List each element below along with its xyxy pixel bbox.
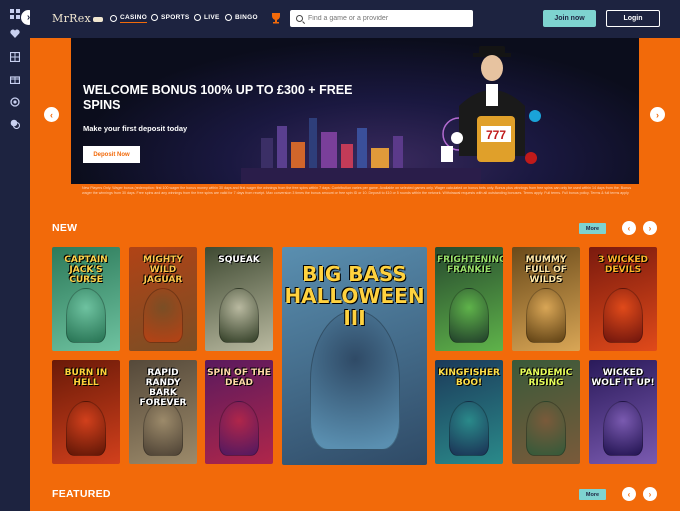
login-button[interactable]: Login	[606, 10, 660, 27]
lobby-icon[interactable]	[9, 51, 21, 63]
game-title: PANDEMIC RISING	[519, 368, 573, 388]
casino-icon	[110, 15, 117, 22]
game-tile[interactable]: SPIN OF THE DEAD	[205, 360, 273, 464]
featured-prev-button[interactable]: ‹	[622, 487, 636, 501]
new-prev-button[interactable]: ‹	[622, 221, 636, 235]
join-now-button[interactable]: Join now	[543, 10, 596, 27]
nav-casino[interactable]: CASINO	[110, 14, 148, 23]
live-icon	[194, 14, 201, 21]
search-bar[interactable]	[290, 10, 473, 27]
nav-live[interactable]: LIVE	[194, 14, 220, 21]
nav-live-label: LIVE	[204, 14, 220, 21]
logo-text: MrRex	[52, 12, 92, 25]
top-navbar: MrRex CASINO SPORTS LIVE BINGO Join now …	[30, 0, 680, 38]
featured-section-title: FEATURED	[52, 488, 111, 500]
hero-prev-button[interactable]: ‹	[44, 107, 59, 122]
search-icon	[296, 15, 303, 22]
svg-text:777: 777	[486, 128, 506, 142]
game-title: CAPTAIN JACK'S CURSE	[64, 255, 108, 285]
game-artwork	[66, 288, 106, 343]
game-artwork	[143, 401, 183, 456]
nav-sports[interactable]: SPORTS	[151, 14, 190, 21]
game-artwork	[66, 401, 106, 456]
nav-sports-label: SPORTS	[161, 14, 190, 21]
game-title: MUMMY FULL OF WILDS	[525, 255, 567, 285]
game-tile[interactable]: PANDEMIC RISING	[512, 360, 580, 464]
hero-next-button[interactable]: ›	[650, 107, 665, 122]
bingo-icon	[225, 14, 232, 21]
hero-banner[interactable]: 777 WELCOME BONUS 100% UP TO £300 + FREE…	[71, 38, 639, 184]
game-tile[interactable]: CAPTAIN JACK'S CURSE	[52, 247, 120, 351]
game-tile[interactable]: SQUEAK	[205, 247, 273, 351]
game-tile[interactable]: BURN IN HELL	[52, 360, 120, 464]
game-title: SPIN OF THE DEAD	[207, 368, 271, 388]
left-sidebar	[0, 0, 30, 511]
hat-icon	[93, 16, 104, 22]
new-more-button[interactable]: More	[579, 223, 606, 234]
sports-icon	[151, 14, 158, 21]
game-title: RAPID RANDY BARK FOREVER	[139, 368, 187, 408]
nav-casino-label: CASINO	[120, 14, 148, 23]
game-artwork	[449, 401, 489, 456]
game-artwork	[526, 401, 566, 456]
game-tile[interactable]: 3 WICKED DEVILS	[589, 247, 657, 351]
chat-icon[interactable]	[9, 118, 21, 130]
game-artwork	[603, 401, 643, 456]
game-artwork	[219, 288, 259, 343]
game-artwork	[449, 288, 489, 343]
host-with-slot-machine-image: 777	[441, 46, 541, 164]
game-tile[interactable]: KINGFISHER BOO!	[435, 360, 503, 464]
game-artwork	[309, 310, 400, 450]
heart-icon[interactable]	[9, 27, 21, 39]
search-input[interactable]	[308, 15, 468, 22]
game-tile[interactable]: WICKED WOLF IT UP!	[589, 360, 657, 464]
game-title: 3 WICKED DEVILS	[598, 255, 648, 275]
featured-next-button[interactable]: ›	[643, 487, 657, 501]
grid-icon[interactable]	[9, 8, 21, 20]
game-artwork	[603, 288, 643, 343]
game-tile[interactable]: MIGHTY WILD JAGUAR	[129, 247, 197, 351]
support-icon[interactable]	[9, 96, 21, 108]
game-title: WICKED WOLF IT UP!	[591, 368, 655, 388]
game-title: MIGHTY WILD JAGUAR	[143, 255, 183, 285]
hero-subtitle: Make your first deposit today	[83, 124, 188, 133]
game-artwork	[526, 288, 566, 343]
new-next-button[interactable]: ›	[643, 221, 657, 235]
game-tile[interactable]: BIG BASS HALLOWEEN III	[282, 247, 427, 465]
game-artwork	[143, 288, 183, 343]
new-section-title: NEW	[52, 222, 78, 234]
trophy-icon[interactable]	[271, 12, 281, 24]
game-title: KINGFISHER BOO!	[438, 368, 500, 388]
game-title: BURN IN HELL	[64, 368, 108, 388]
game-title: SQUEAK	[218, 255, 260, 265]
game-tile[interactable]: FRIGHTENING FRANKIE	[435, 247, 503, 351]
game-title: BIG BASS HALLOWEEN III	[284, 262, 425, 330]
bonus-terms-text: New Players Only. Wager bonus (redemptio…	[82, 186, 631, 196]
game-tile[interactable]: MUMMY FULL OF WILDS	[512, 247, 580, 351]
nav-bingo-label: BINGO	[235, 14, 258, 21]
logo[interactable]: MrRex	[52, 12, 104, 25]
hero-title: WELCOME BONUS 100% UP TO £300 + FREE SPI…	[83, 83, 353, 112]
game-tile[interactable]: RAPID RANDY BARK FOREVER	[129, 360, 197, 464]
gift-icon[interactable]	[9, 73, 21, 85]
deposit-now-button[interactable]: Deposit Now	[83, 146, 140, 163]
nav-bingo[interactable]: BINGO	[225, 14, 258, 21]
game-artwork	[219, 401, 259, 456]
featured-more-button[interactable]: More	[579, 489, 606, 500]
game-title: FRIGHTENING FRANKIE	[437, 255, 503, 275]
